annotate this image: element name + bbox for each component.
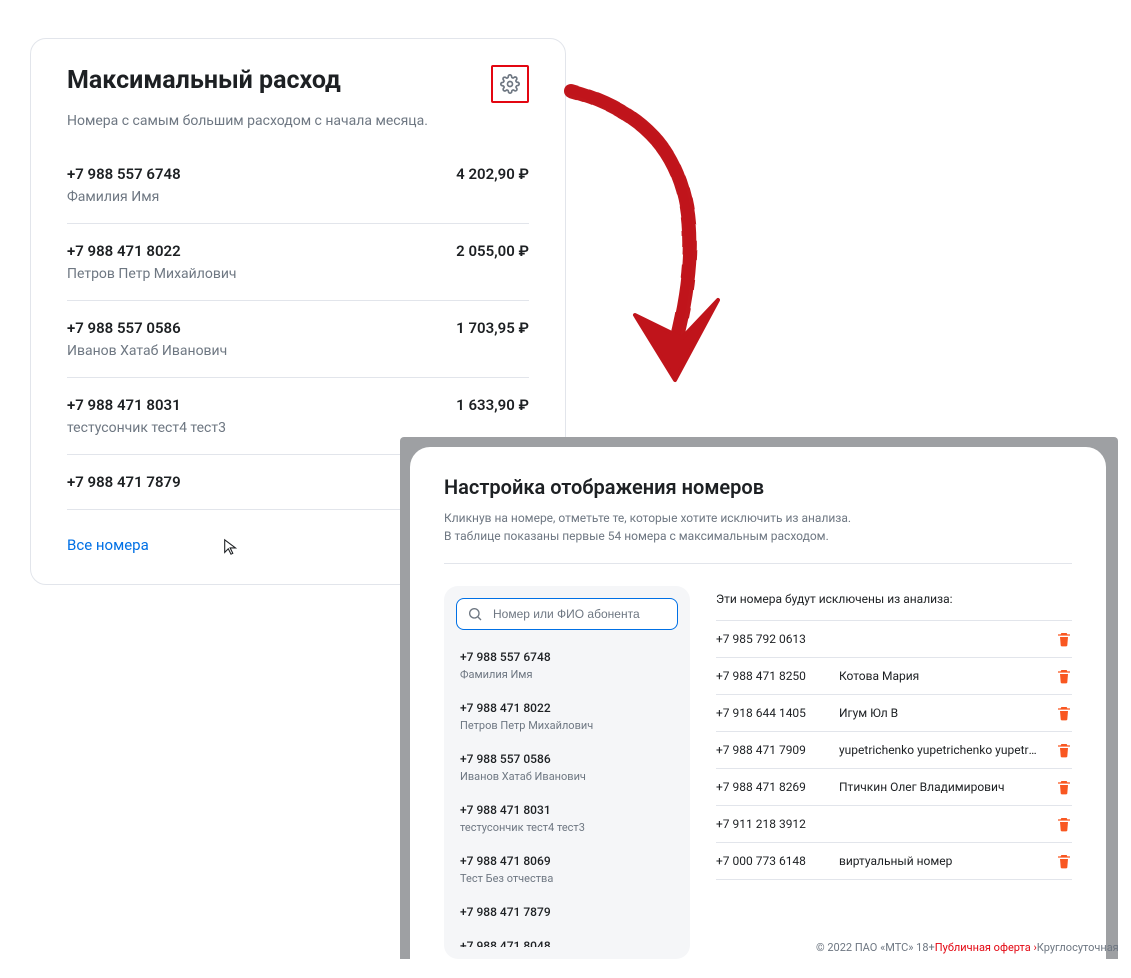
phone-number: +7 988 471 8031 — [67, 396, 226, 414]
phone-number: +7 988 557 0586 — [67, 319, 227, 337]
subscriber-name: Котова Мария — [839, 669, 1038, 683]
search-result-item[interactable]: +7 988 471 7879 — [456, 895, 678, 929]
widget-subtitle: Номера с самым большим расходом с начала… — [67, 113, 529, 129]
footer-copyright: © 2022 ПАО «МТС» 18+ — [816, 941, 935, 954]
widget-header: Максимальный расход — [67, 67, 529, 103]
search-field[interactable] — [456, 598, 678, 630]
phone-number: +7 911 218 3912 — [716, 817, 821, 831]
phone-number: +7 988 557 6748 — [67, 165, 181, 183]
phone-number: +7 988 471 7879 — [67, 473, 181, 491]
excluded-row: +7 985 792 0613 — [716, 620, 1072, 658]
phone-number: +7 988 471 7879 — [460, 905, 674, 919]
excluded-title: Эти номера будут исключены из анализа: — [716, 592, 1072, 606]
modal-backdrop: Настройка отображения номеров Кликнув на… — [400, 437, 1118, 959]
subscriber-name: Фамилия Имя — [460, 668, 674, 681]
delete-button[interactable] — [1056, 779, 1072, 795]
phone-number: +7 985 792 0613 — [716, 632, 821, 646]
phone-number: +7 988 471 7909 — [716, 743, 821, 757]
subscriber-name: Иванов Хатаб Иванович — [460, 770, 674, 783]
subscriber-name: тестусончик тест4 тест3 — [67, 420, 226, 436]
excluded-list: +7 985 792 0613 +7 988 471 8250 Котова М… — [716, 620, 1072, 880]
subscriber-name: Фамилия Имя — [67, 189, 181, 205]
modal-title: Настройка отображения номеров — [444, 475, 1072, 499]
search-result-item[interactable]: +7 988 471 8069 Тест Без отчества — [456, 844, 678, 895]
phone-number: +7 988 471 8022 — [67, 242, 237, 260]
footer-offer-link[interactable]: Публичная оферта › — [935, 941, 1037, 954]
excluded-row: +7 911 218 3912 — [716, 806, 1072, 843]
phone-number: +7 988 471 8250 — [716, 669, 821, 683]
excluded-row: +7 988 471 8250 Котова Мария — [716, 658, 1072, 695]
search-column: +7 988 557 6748 Фамилия Имя +7 988 471 802… — [444, 586, 690, 959]
excluded-row: +7 000 773 6148 виртуальный номер — [716, 843, 1072, 880]
modal-hint-line2: В таблице показаны первые 54 номера с ма… — [444, 529, 829, 543]
amount: 4 202,90 ₽ — [456, 165, 529, 183]
subscriber-name: yupetrichenko yupetrichenko yupetrichenk… — [839, 743, 1038, 757]
delete-button[interactable] — [1056, 631, 1072, 647]
gear-icon — [500, 74, 520, 94]
search-icon — [467, 606, 483, 622]
amount: 1 633,90 ₽ — [456, 396, 529, 414]
excluded-column: Эти номера будут исключены из анализа: +… — [716, 586, 1072, 959]
phone-number: +7 988 471 8031 — [460, 803, 674, 817]
phone-number: +7 988 471 8269 — [716, 780, 821, 794]
search-result-item[interactable]: +7 988 557 6748 Фамилия Имя — [456, 640, 678, 691]
search-result-item[interactable]: +7 988 471 8022 Петров Петр Михайлович — [456, 691, 678, 742]
delete-button[interactable] — [1056, 742, 1072, 758]
subscriber-name: Петров Петр Михайлович — [460, 719, 674, 732]
search-input[interactable] — [491, 606, 667, 622]
delete-button[interactable] — [1056, 668, 1072, 684]
phone-number: +7 988 557 6748 — [460, 650, 674, 664]
page-footer: © 2022 ПАО «МТС» 18+ Публичная оферта › … — [806, 935, 1118, 959]
divider — [444, 563, 1072, 564]
settings-modal: Настройка отображения номеров Кликнув на… — [410, 447, 1106, 959]
all-numbers-link[interactable]: Все номера — [67, 536, 149, 554]
phone-number: +7 000 773 6148 — [716, 854, 821, 868]
subscriber-name: Игум Юл В — [839, 706, 1038, 720]
delete-button[interactable] — [1056, 816, 1072, 832]
amount: 2 055,00 ₽ — [456, 242, 529, 260]
spend-row[interactable]: +7 988 557 6748 Фамилия Имя 4 202,90 ₽ — [67, 147, 529, 224]
subscriber-name: Петров Петр Михайлович — [67, 266, 237, 282]
excluded-row: +7 988 471 7909 yupetrichenko yupetriche… — [716, 732, 1072, 769]
phone-number: +7 988 471 8022 — [460, 701, 674, 715]
subscriber-name: Птичкин Олег Владимирович — [839, 780, 1038, 794]
phone-number: +7 918 644 1405 — [716, 706, 821, 720]
phone-number: +7 988 471 8069 — [460, 854, 674, 868]
subscriber-name: Иванов Хатаб Иванович — [67, 343, 227, 359]
amount: 1 703,95 ₽ — [456, 319, 529, 337]
modal-hint-line1: Кликнув на номере, отметьте те, которые … — [444, 511, 851, 525]
settings-button[interactable] — [491, 65, 529, 103]
excluded-row: +7 918 644 1405 Игум Юл В — [716, 695, 1072, 732]
widget-title: Максимальный расход — [67, 67, 341, 96]
subscriber-name: Тест Без отчества — [460, 872, 674, 885]
excluded-row: +7 988 471 8269 Птичкин Олег Владимирови… — [716, 769, 1072, 806]
spend-row[interactable]: +7 988 471 8022 Петров Петр Михайлович 2… — [67, 224, 529, 301]
phone-number: +7 988 471 8048 — [460, 939, 674, 947]
search-result-item[interactable]: +7 988 471 8031 тестусончик тест4 тест3 — [456, 793, 678, 844]
delete-button[interactable] — [1056, 853, 1072, 869]
search-result-item[interactable]: +7 988 471 8048 — [456, 929, 678, 947]
search-result-item[interactable]: +7 988 557 0586 Иванов Хатаб Иванович — [456, 742, 678, 793]
subscriber-name: тестусончик тест4 тест3 — [460, 821, 674, 834]
phone-number: +7 988 557 0586 — [460, 752, 674, 766]
spend-row[interactable]: +7 988 557 0586 Иванов Хатаб Иванович 1 … — [67, 301, 529, 378]
modal-body: +7 988 557 6748 Фамилия Имя +7 988 471 802… — [444, 586, 1072, 959]
modal-hint: Кликнув на номере, отметьте те, которые … — [444, 509, 1072, 545]
footer-support: Круглосуточная служба поддержки: 8 800 2… — [1037, 941, 1118, 954]
subscriber-name: виртуальный номер — [839, 854, 1038, 868]
search-results: +7 988 557 6748 Фамилия Имя +7 988 471 802… — [456, 640, 678, 947]
delete-button[interactable] — [1056, 705, 1072, 721]
annotation-arrow — [560, 80, 750, 390]
